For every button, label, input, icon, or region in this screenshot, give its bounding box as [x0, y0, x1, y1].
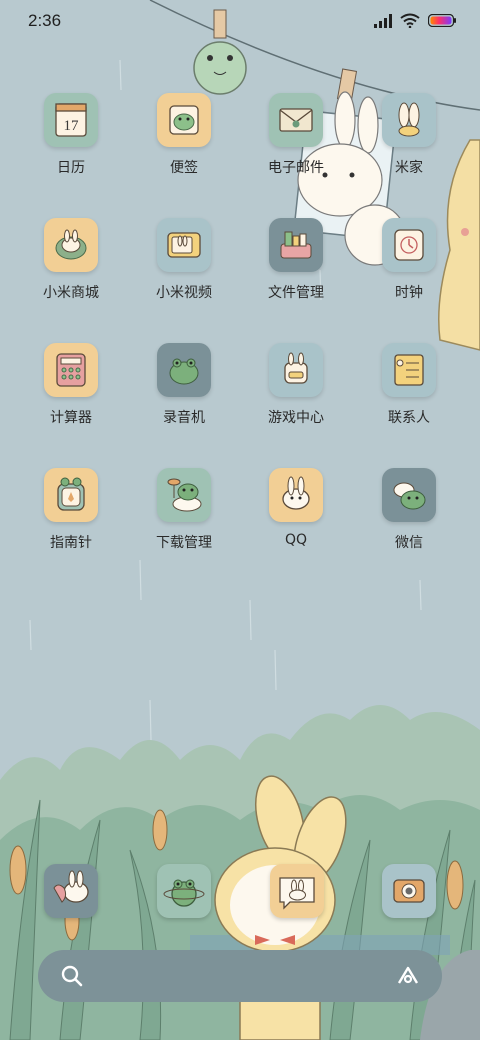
shop-bunny-icon[interactable]	[44, 218, 98, 272]
app-label: 联系人	[388, 410, 430, 426]
app-label: 小米视频	[156, 285, 212, 301]
signal-icon	[374, 13, 392, 28]
app-label: 时钟	[395, 285, 423, 301]
mail-icon[interactable]	[269, 93, 323, 147]
app-video-tv[interactable]: 小米视频	[134, 218, 234, 328]
app-clock[interactable]: 时钟	[359, 218, 459, 328]
calendar-icon[interactable]: 17	[44, 93, 98, 147]
app-mail[interactable]: 电子邮件	[246, 93, 346, 203]
game-center-icon[interactable]	[269, 343, 323, 397]
app-recorder-frog[interactable]: 录音机	[134, 343, 234, 453]
wechat-frog-icon[interactable]	[382, 468, 436, 522]
download-frog-icon[interactable]	[157, 468, 211, 522]
app-qq-bunny[interactable]: QQ	[246, 468, 346, 578]
app-label: 下载管理	[156, 535, 212, 551]
app-label: 游戏中心	[268, 410, 324, 426]
contacts-icon[interactable]	[382, 343, 436, 397]
app-calendar[interactable]: 17 日历	[21, 93, 121, 203]
app-label: 米家	[395, 160, 423, 176]
mijia-bunny-icon[interactable]	[382, 93, 436, 147]
app-label: QQ	[284, 532, 308, 548]
wifi-icon	[400, 13, 420, 28]
app-label: 便签	[170, 160, 198, 176]
search-icon[interactable]	[60, 964, 84, 988]
svg-text:17: 17	[64, 118, 80, 134]
app-game-center[interactable]: 游戏中心	[246, 343, 346, 453]
app-label: 文件管理	[268, 285, 324, 301]
compass-frog-icon[interactable]	[44, 468, 98, 522]
app-calculator[interactable]: 计算器	[21, 343, 121, 453]
assistant-icon[interactable]	[396, 964, 420, 988]
app-compass-frog[interactable]: 指南针	[21, 468, 121, 578]
qq-bunny-icon[interactable]	[269, 468, 323, 522]
messages-bunny-icon[interactable]	[270, 864, 324, 918]
battery-icon	[428, 14, 456, 27]
clock-icon[interactable]	[382, 218, 436, 272]
app-contacts[interactable]: 联系人	[359, 343, 459, 453]
search-bar[interactable]	[38, 950, 442, 1002]
app-notes-frog[interactable]: 便签	[134, 93, 234, 203]
app-label: 电子邮件	[268, 160, 324, 176]
app-label: 小米商城	[43, 285, 99, 301]
status-icons	[374, 13, 456, 28]
app-label: 指南针	[50, 535, 92, 551]
video-tv-icon[interactable]	[157, 218, 211, 272]
phone-bunny-icon[interactable]	[44, 864, 98, 918]
calculator-icon[interactable]	[44, 343, 98, 397]
status-bar: 2:36	[0, 0, 480, 44]
app-wechat-frog[interactable]: 微信	[359, 468, 459, 578]
file-manager-icon[interactable]	[269, 218, 323, 272]
camera-icon[interactable]	[382, 864, 436, 918]
app-label: 录音机	[163, 410, 205, 426]
recorder-frog-icon[interactable]	[157, 343, 211, 397]
app-label: 日历	[57, 160, 85, 176]
app-label: 微信	[395, 535, 423, 551]
app-shop-bunny[interactable]: 小米商城	[21, 218, 121, 328]
app-label: 计算器	[50, 410, 92, 426]
app-download-frog[interactable]: 下载管理	[134, 468, 234, 578]
status-time: 2:36	[28, 11, 62, 30]
app-mijia-bunny[interactable]: 米家	[359, 93, 459, 203]
app-file-manager[interactable]: 文件管理	[246, 218, 346, 328]
browser-frog-icon[interactable]	[157, 864, 211, 918]
notes-frog-icon[interactable]	[157, 93, 211, 147]
